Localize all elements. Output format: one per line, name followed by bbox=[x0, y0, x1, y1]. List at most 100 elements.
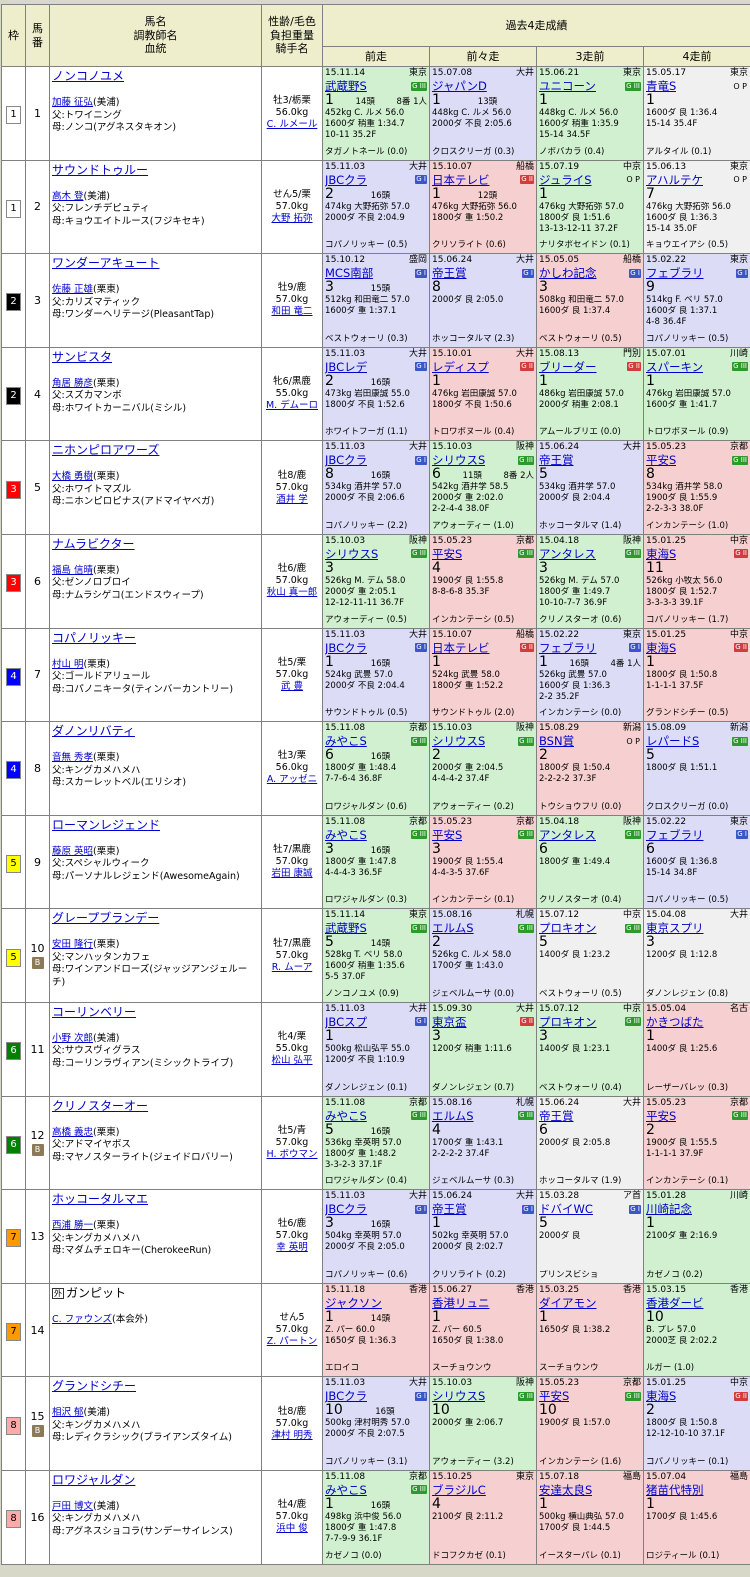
jockey-link[interactable]: R. ムーア bbox=[263, 962, 322, 974]
trainer-link[interactable]: 福島 信晴 bbox=[52, 565, 93, 576]
race-name-link[interactable]: ジャパンD bbox=[432, 79, 487, 93]
trainer-link[interactable]: 藤原 英昭 bbox=[52, 846, 93, 857]
race-name-link[interactable]: 川崎記念 bbox=[646, 1202, 692, 1216]
race-name-link[interactable]: JBCスプ bbox=[325, 1015, 367, 1029]
race-name-link[interactable]: レパードS bbox=[646, 734, 699, 748]
race-name-link[interactable]: 平安S bbox=[432, 828, 462, 842]
race-name-link[interactable]: 東海S bbox=[646, 1389, 676, 1403]
trainer-link[interactable]: 戸田 博文 bbox=[52, 1501, 93, 1512]
jockey-link[interactable]: M. デムーロ bbox=[263, 400, 322, 412]
race-name-link[interactable]: 平安S bbox=[646, 453, 676, 467]
jockey-link[interactable]: 岩田 康誠 bbox=[263, 868, 322, 880]
race-name-link[interactable]: 平安S bbox=[539, 1389, 569, 1403]
jockey-link[interactable]: A. アッゼニ bbox=[263, 774, 322, 786]
race-name-link[interactable]: JBCクラ bbox=[325, 641, 367, 655]
trainer-link[interactable]: 音無 秀孝 bbox=[52, 752, 93, 763]
race-name-link[interactable]: ブリーダー bbox=[539, 360, 597, 374]
race-name-link[interactable]: 帝王賞 bbox=[432, 266, 467, 280]
race-name-link[interactable]: シリウスS bbox=[325, 547, 378, 561]
race-name-link[interactable]: フェブラリ bbox=[539, 641, 597, 655]
horse-name-link[interactable]: グランドシチー bbox=[52, 1379, 259, 1393]
race-name-link[interactable]: 東京スプリ bbox=[646, 921, 704, 935]
horse-name-link[interactable]: ホッコータルマエ bbox=[52, 1192, 259, 1206]
race-name-link[interactable]: みやこS bbox=[325, 1483, 367, 1497]
race-name-link[interactable]: フェブラリ bbox=[646, 828, 704, 842]
horse-name-link[interactable]: ナムラビクター bbox=[52, 537, 259, 551]
race-name-link[interactable]: ジュライS bbox=[539, 173, 592, 187]
race-name-link[interactable]: レディスプ bbox=[432, 360, 489, 374]
race-name-link[interactable]: シリウスS bbox=[432, 1389, 485, 1403]
race-name-link[interactable]: プロキオン bbox=[539, 1015, 597, 1029]
jockey-link[interactable]: 大野 拓弥 bbox=[263, 213, 322, 225]
race-name-link[interactable]: プロキオン bbox=[539, 921, 597, 935]
trainer-link[interactable]: 高橋 義忠 bbox=[52, 1127, 93, 1138]
race-name-link[interactable]: シリウスS bbox=[432, 453, 485, 467]
race-name-link[interactable]: 猪苗代特別 bbox=[646, 1483, 704, 1497]
horse-name-link[interactable]: ニホンピロアワーズ bbox=[52, 443, 259, 457]
race-name-link[interactable]: 東海S bbox=[646, 641, 676, 655]
race-name-link[interactable]: 帝王賞 bbox=[432, 1202, 467, 1216]
trainer-link[interactable]: 加藤 征弘 bbox=[52, 97, 93, 108]
horse-name-link[interactable]: ロワジャルダン bbox=[52, 1473, 259, 1487]
race-name-link[interactable]: みやこS bbox=[325, 1109, 367, 1123]
race-name-link[interactable]: JBCクラ bbox=[325, 453, 367, 467]
race-name-link[interactable]: JBCクラ bbox=[325, 1389, 367, 1403]
trainer-link[interactable]: 西浦 勝一 bbox=[52, 1220, 93, 1231]
race-name-link[interactable]: 日本テレビ bbox=[432, 173, 490, 187]
race-name-link[interactable]: みやこS bbox=[325, 828, 367, 842]
horse-name-link[interactable]: グレープブランデー bbox=[52, 911, 259, 925]
jockey-link[interactable]: 和田 竜二 bbox=[263, 306, 322, 318]
jockey-link[interactable]: C. ルメール bbox=[263, 119, 322, 131]
race-name-link[interactable]: 青竜S bbox=[646, 79, 676, 93]
race-name-link[interactable]: JBCレデ bbox=[325, 360, 367, 374]
jockey-link[interactable]: 秋山 真一郎 bbox=[263, 587, 322, 599]
race-name-link[interactable]: 平安S bbox=[646, 1109, 676, 1123]
race-name-link[interactable]: 日本テレビ bbox=[432, 641, 490, 655]
jockey-link[interactable]: 酒井 学 bbox=[263, 494, 322, 506]
race-name-link[interactable]: かしわ記念 bbox=[539, 266, 597, 280]
trainer-link[interactable]: 佐藤 正雄 bbox=[52, 284, 93, 295]
jockey-link[interactable]: Z. パートン bbox=[263, 1336, 322, 1348]
race-name-link[interactable]: みやこS bbox=[325, 734, 367, 748]
race-name-link[interactable]: MCS南部 bbox=[325, 266, 373, 280]
horse-name-link[interactable]: サウンドトゥルー bbox=[52, 163, 259, 177]
race-name-link[interactable]: エルムS bbox=[432, 921, 474, 935]
race-name-link[interactable]: 平安S bbox=[432, 547, 462, 561]
race-name-link[interactable]: ブラジルC bbox=[432, 1483, 486, 1497]
race-name-link[interactable]: ダイアモン bbox=[539, 1296, 597, 1310]
jockey-link[interactable]: 幸 英明 bbox=[263, 1242, 322, 1254]
race-name-link[interactable]: シリウスS bbox=[432, 734, 485, 748]
horse-name-link[interactable]: コーリンベリー bbox=[52, 1005, 259, 1019]
trainer-link[interactable]: C. ファウンズ bbox=[52, 1314, 112, 1325]
trainer-link[interactable]: 角居 勝彦 bbox=[52, 378, 93, 389]
race-name-link[interactable]: アンタレス bbox=[539, 547, 596, 561]
race-name-link[interactable]: 安達太良S bbox=[539, 1483, 592, 1497]
race-name-link[interactable]: スパーキン bbox=[646, 360, 703, 374]
trainer-link[interactable]: 村山 明 bbox=[52, 659, 84, 670]
trainer-link[interactable]: 大橋 勇樹 bbox=[52, 471, 93, 482]
trainer-link[interactable]: 小野 次郎 bbox=[52, 1033, 93, 1044]
race-name-link[interactable]: 武蔵野S bbox=[325, 921, 367, 935]
trainer-link[interactable]: 安田 隆行 bbox=[52, 939, 93, 950]
race-name-link[interactable]: 香港ダービ bbox=[646, 1296, 704, 1310]
race-name-link[interactable]: ユニコーン bbox=[539, 79, 596, 93]
race-name-link[interactable]: 東海S bbox=[646, 547, 676, 561]
horse-name-link[interactable]: ダノンリバティ bbox=[52, 724, 259, 738]
race-name-link[interactable]: 武蔵野S bbox=[325, 79, 367, 93]
race-name-link[interactable]: BSN賞 bbox=[539, 734, 574, 748]
trainer-link[interactable]: 相沢 郁 bbox=[52, 1407, 84, 1418]
horse-name-link[interactable]: ノンコノユメ bbox=[52, 69, 259, 83]
race-name-link[interactable]: 帝王賞 bbox=[539, 1109, 574, 1123]
horse-name-link[interactable]: ワンダーアキュート bbox=[52, 256, 259, 270]
race-name-link[interactable]: アンタレス bbox=[539, 828, 596, 842]
jockey-link[interactable]: H. ボウマン bbox=[263, 1149, 322, 1161]
race-name-link[interactable]: 香港リュニ bbox=[432, 1296, 490, 1310]
horse-name-link[interactable]: クリノスターオー bbox=[52, 1099, 259, 1113]
horse-name-link[interactable]: ローマンレジェンド bbox=[52, 818, 259, 832]
race-name-link[interactable]: ドバイWC bbox=[539, 1202, 593, 1216]
horse-name-link[interactable]: コパノリッキー bbox=[52, 631, 259, 645]
race-name-link[interactable]: かきつばた bbox=[646, 1015, 704, 1029]
race-name-link[interactable]: フェブラリ bbox=[646, 266, 704, 280]
jockey-link[interactable]: 津村 明秀 bbox=[263, 1430, 322, 1442]
race-name-link[interactable]: ジャクソン bbox=[325, 1296, 382, 1310]
